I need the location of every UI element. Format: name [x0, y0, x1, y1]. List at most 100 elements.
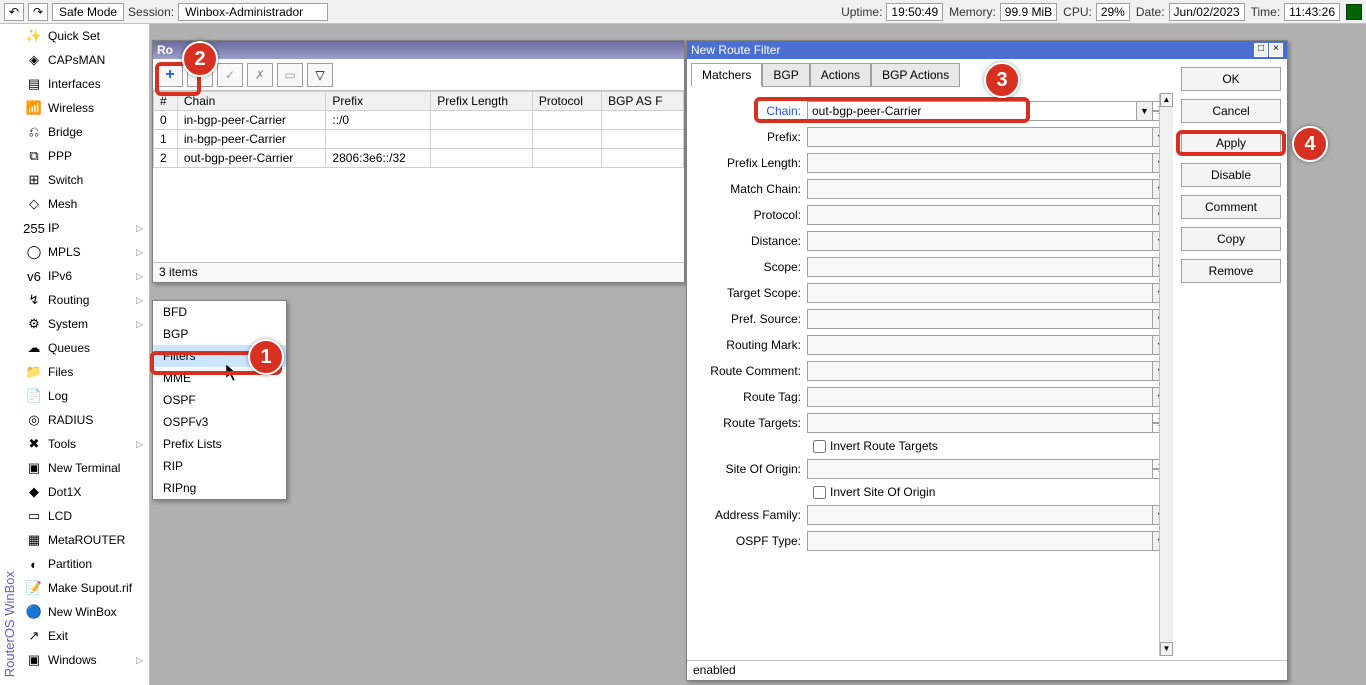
sidebar-item-windows[interactable]: ▣Windows▷ — [20, 648, 149, 672]
submenu-item-ripng[interactable]: RIPng — [153, 477, 286, 499]
comment-button[interactable]: Comment — [1181, 195, 1281, 219]
prefix-length-input[interactable] — [807, 153, 1153, 173]
submenu-item-rip[interactable]: RIP — [153, 455, 286, 477]
tab-actions[interactable]: Actions — [810, 63, 871, 87]
window-title[interactable]: New Route Filter □ × — [687, 41, 1287, 59]
sidebar-item-ipv6[interactable]: v6IPv6▷ — [20, 264, 149, 288]
sidebar-item-log[interactable]: 📄Log — [20, 384, 149, 408]
safe-mode-button[interactable]: Safe Mode — [52, 3, 124, 21]
sidebar-item-ip[interactable]: 255IP▷ — [20, 216, 149, 240]
sidebar-item-mpls[interactable]: ◯MPLS▷ — [20, 240, 149, 264]
table-header[interactable]: BGP AS F — [602, 92, 684, 111]
top-bar: ↶ ↷ Safe Mode Session: Winbox-Administra… — [0, 0, 1366, 24]
sidebar-icon: ◯ — [26, 244, 42, 260]
submenu-arrow-icon: ▷ — [136, 439, 143, 450]
sidebar-item-routing[interactable]: ↯Routing▷ — [20, 288, 149, 312]
table-header[interactable]: # — [154, 92, 178, 111]
tab-bgp[interactable]: BGP — [762, 63, 809, 87]
site-origin-input[interactable] — [807, 459, 1153, 479]
invert-route-targets-checkbox[interactable] — [813, 440, 826, 453]
route-targets-input[interactable] — [807, 413, 1153, 433]
sidebar-item-bridge[interactable]: ⎌Bridge — [20, 120, 149, 144]
maximize-button[interactable]: □ — [1254, 43, 1268, 57]
match-chain-input[interactable] — [807, 179, 1153, 199]
target-scope-input[interactable] — [807, 283, 1153, 303]
sidebar-item-label: PPP — [48, 149, 72, 163]
protocol-input[interactable] — [807, 205, 1153, 225]
submenu-item-bfd[interactable]: BFD — [153, 301, 286, 323]
sidebar-item-wireless[interactable]: 📶Wireless — [20, 96, 149, 120]
sidebar-item-mesh[interactable]: ◇Mesh — [20, 192, 149, 216]
add-button[interactable]: + — [157, 63, 183, 87]
invert-site-origin-checkbox[interactable] — [813, 486, 826, 499]
route-comment-input[interactable] — [807, 361, 1153, 381]
left-strip: RouterOS WinBox — [0, 24, 20, 685]
address-family-label: Address Family: — [697, 508, 807, 522]
scrollbar[interactable]: ▲ ▼ — [1159, 93, 1173, 656]
table-header[interactable]: Chain — [177, 92, 326, 111]
sidebar-item-quick-set[interactable]: ✨Quick Set — [20, 24, 149, 48]
scroll-down-button[interactable]: ▼ — [1160, 642, 1173, 656]
table-header[interactable]: Prefix Length — [431, 92, 533, 111]
scroll-up-button[interactable]: ▲ — [1160, 93, 1173, 107]
chain-dropdown[interactable]: ▼ — [1137, 101, 1153, 121]
table-header[interactable]: Protocol — [532, 92, 601, 111]
route-tag-input[interactable] — [807, 387, 1153, 407]
sidebar-item-ppp[interactable]: ⧉PPP — [20, 144, 149, 168]
scope-input[interactable] — [807, 257, 1153, 277]
sidebar-icon: ▤ — [26, 76, 42, 92]
sidebar-item-tools[interactable]: ✖Tools▷ — [20, 432, 149, 456]
sidebar-item-interfaces[interactable]: ▤Interfaces — [20, 72, 149, 96]
copy-button[interactable]: Copy — [1181, 227, 1281, 251]
ok-button[interactable]: OK — [1181, 67, 1281, 91]
scope-label: Scope: — [697, 260, 807, 274]
sidebar-item-exit[interactable]: ↗Exit — [20, 624, 149, 648]
chain-input[interactable] — [807, 101, 1137, 121]
match-chain-label: Match Chain: — [697, 182, 807, 196]
window-title[interactable]: Ro — [153, 41, 684, 59]
sidebar-item-new-terminal[interactable]: ▣New Terminal — [20, 456, 149, 480]
redo-button[interactable]: ↷ — [28, 3, 48, 21]
sidebar-icon: ✖ — [26, 436, 42, 452]
table-row[interactable]: 2out-bgp-peer-Carrier2806:3e6::/32 — [154, 149, 684, 168]
sidebar-item-radius[interactable]: ◎RADIUS — [20, 408, 149, 432]
sidebar-item-system[interactable]: ⚙System▷ — [20, 312, 149, 336]
tab-bgp-actions[interactable]: BGP Actions — [871, 63, 960, 87]
table-header[interactable]: Prefix — [326, 92, 431, 111]
table-row[interactable]: 1in-bgp-peer-Carrier — [154, 130, 684, 149]
sidebar-item-new-winbox[interactable]: 🔵New WinBox — [20, 600, 149, 624]
pref-source-input[interactable] — [807, 309, 1153, 329]
ospf-type-input[interactable] — [807, 531, 1153, 551]
address-family-input[interactable] — [807, 505, 1153, 525]
remove-button[interactable]: Remove — [1181, 259, 1281, 283]
submenu-item-ospf[interactable]: OSPF — [153, 389, 286, 411]
submenu-item-prefix-lists[interactable]: Prefix Lists — [153, 433, 286, 455]
table-row[interactable]: 0in-bgp-peer-Carrier::/0 — [154, 111, 684, 130]
sidebar-icon: 📶 — [26, 100, 42, 116]
disable-button[interactable]: ✗ — [247, 63, 273, 87]
enable-button[interactable]: ✓ — [217, 63, 243, 87]
apply-button[interactable]: Apply — [1181, 131, 1281, 155]
prefix-input[interactable] — [807, 127, 1153, 147]
submenu-arrow-icon: ▷ — [136, 295, 143, 306]
target-scope-label: Target Scope: — [697, 286, 807, 300]
tab-matchers[interactable]: Matchers — [691, 63, 762, 87]
disable-button[interactable]: Disable — [1181, 163, 1281, 187]
sidebar-item-partition[interactable]: ◐Partition — [20, 552, 149, 576]
sidebar-item-lcd[interactable]: ▭LCD — [20, 504, 149, 528]
sidebar-item-make-supout.rif[interactable]: 📝Make Supout.rif — [20, 576, 149, 600]
sidebar-item-capsman[interactable]: ◈CAPsMAN — [20, 48, 149, 72]
comment-button[interactable]: ▭ — [277, 63, 303, 87]
filter-button[interactable]: ▽ — [307, 63, 333, 87]
submenu-item-ospfv3[interactable]: OSPFv3 — [153, 411, 286, 433]
sidebar-item-dot1x[interactable]: ◆Dot1X — [20, 480, 149, 504]
sidebar-item-metarouter[interactable]: ▦MetaROUTER — [20, 528, 149, 552]
distance-input[interactable] — [807, 231, 1153, 251]
undo-button[interactable]: ↶ — [4, 3, 24, 21]
sidebar-item-queues[interactable]: ☁Queues — [20, 336, 149, 360]
cancel-button[interactable]: Cancel — [1181, 99, 1281, 123]
routing-mark-input[interactable] — [807, 335, 1153, 355]
sidebar-item-files[interactable]: 📁Files — [20, 360, 149, 384]
close-button[interactable]: × — [1269, 43, 1283, 57]
sidebar-item-switch[interactable]: ⊞Switch — [20, 168, 149, 192]
